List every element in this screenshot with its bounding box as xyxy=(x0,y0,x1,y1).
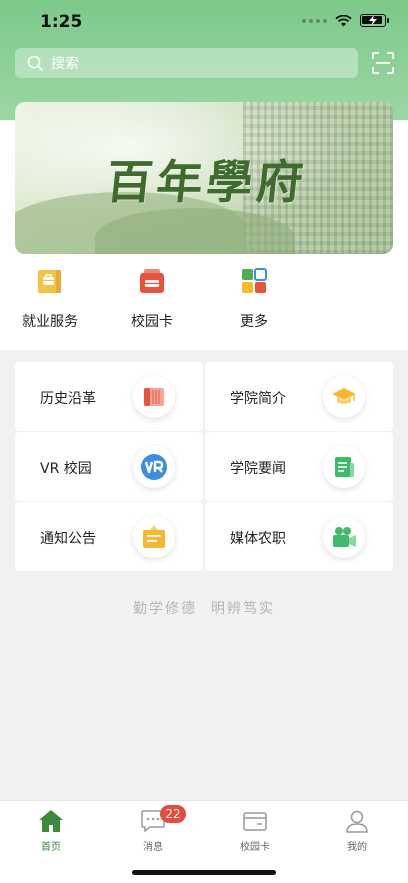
quick-item-employment[interactable]: 就业服务 xyxy=(5,262,95,331)
home-indicator xyxy=(132,870,276,875)
search-input[interactable]: 搜索 xyxy=(15,48,358,78)
tab-label: 消息 xyxy=(143,842,163,853)
tab-label: 首页 xyxy=(41,842,61,853)
grid-item-label: 历史沿革 xyxy=(40,391,96,407)
search-row: 搜索 xyxy=(15,48,395,78)
motto-part: 明辨笃实 xyxy=(211,601,275,617)
status-time: 1:25 xyxy=(40,12,83,32)
grid-item-vr-campus[interactable]: VR 校园 xyxy=(15,432,203,501)
scroll-icon xyxy=(133,376,175,418)
search-icon xyxy=(27,55,43,71)
signal-icon xyxy=(302,18,327,23)
grid-item-label: 学院简介 xyxy=(230,391,286,407)
motto-part: 勤学修德 xyxy=(133,601,197,617)
grid-item-label: VR 校园 xyxy=(40,461,92,477)
tab-label: 我的 xyxy=(347,842,367,853)
card-wallet-icon xyxy=(139,268,165,294)
quick-item-campus-card[interactable]: 校园卡 xyxy=(107,262,197,331)
grid-item-label: 通知公告 xyxy=(40,531,96,547)
news-icon xyxy=(323,446,365,488)
grid-apps-icon xyxy=(241,268,267,294)
motto-text: 勤学修德 明辨笃实 xyxy=(0,598,408,618)
grid-item-college-news[interactable]: 学院要闻 xyxy=(205,432,393,501)
card-icon xyxy=(242,809,268,833)
quick-item-label: 校园卡 xyxy=(131,314,173,330)
message-count-badge: 22 xyxy=(160,805,186,823)
vr-icon xyxy=(133,446,175,488)
tab-profile[interactable]: 我的 xyxy=(317,809,397,853)
quick-item-label: 更多 xyxy=(240,314,268,330)
tab-label: 校园卡 xyxy=(240,842,270,853)
graduation-cap-icon xyxy=(323,376,365,418)
briefcase-icon xyxy=(37,268,63,294)
tab-campus-card[interactable]: 校园卡 xyxy=(215,809,295,853)
banner-image[interactable]: 百年學府 xyxy=(15,102,393,254)
user-icon xyxy=(344,809,370,833)
scan-icon[interactable] xyxy=(371,51,395,75)
quick-menu: 就业服务 校园卡 更多 xyxy=(0,262,408,342)
battery-icon xyxy=(360,14,389,27)
grid-item-college-intro[interactable]: 学院简介 xyxy=(205,362,393,431)
banner-calligraphy-logo: 百年學府 xyxy=(103,155,310,209)
grid-item-label: 媒体农职 xyxy=(230,531,286,547)
home-icon xyxy=(38,809,64,833)
grid-item-label: 学院要闻 xyxy=(230,461,286,477)
grid-item-history[interactable]: 历史沿革 xyxy=(15,362,203,431)
tab-home[interactable]: 首页 xyxy=(11,809,91,853)
quick-item-more[interactable]: 更多 xyxy=(209,262,299,331)
wifi-icon xyxy=(335,14,352,26)
search-placeholder: 搜索 xyxy=(51,56,79,72)
notice-board-icon xyxy=(133,516,175,558)
status-bar: 1:25 xyxy=(0,0,408,44)
feature-grid: 历史沿革 学院简介 VR 校园 学院要闻 通知公告 媒体农职 xyxy=(15,362,393,572)
status-icons xyxy=(302,14,389,27)
video-camera-icon xyxy=(323,516,365,558)
grid-item-media[interactable]: 媒体农职 xyxy=(205,502,393,571)
quick-item-label: 就业服务 xyxy=(22,314,78,330)
grid-item-notices[interactable]: 通知公告 xyxy=(15,502,203,571)
